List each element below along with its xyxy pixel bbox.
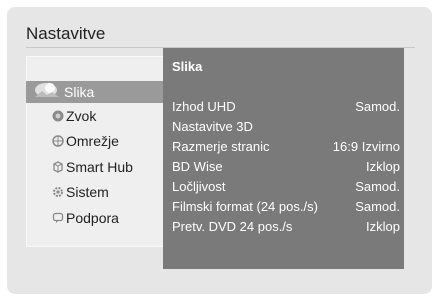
setting-value: Samod. <box>355 99 400 114</box>
picture-settings-panel: Slika Izhod UHD Samod. Nastavitve 3D Raz… <box>163 48 404 269</box>
setting-value: Izklop <box>366 219 400 234</box>
panel-title: Slika <box>172 59 203 74</box>
setting-row-movie-frame[interactable]: Filmski format (24 pos./s) Samod. <box>172 199 400 219</box>
setting-value: Samod. <box>355 199 400 214</box>
menu-item-omrezje[interactable]: Omrežje <box>26 130 163 152</box>
menu-item-sistem[interactable]: Sistem <box>26 181 163 203</box>
setting-row-resolution[interactable]: Ločljivost Samod. <box>172 179 400 199</box>
setting-row-bd-wise[interactable]: BD Wise Izklop <box>172 159 400 179</box>
setting-value: Samod. <box>355 179 400 194</box>
setting-label: BD Wise <box>172 159 223 174</box>
menu-item-label: Zvok <box>66 108 97 124</box>
speaker-icon <box>52 110 64 122</box>
setting-value: Izklop <box>366 159 400 174</box>
setting-label: Nastavitve 3D <box>172 119 253 134</box>
setting-row-dvd-24fs[interactable]: Pretv. DVD 24 pos./s Izklop <box>172 219 400 239</box>
setting-label: Razmerje stranic <box>172 139 270 154</box>
setting-value: 16:9 Izvirno <box>332 139 400 154</box>
picture-icon <box>35 83 59 97</box>
smart-hub-icon <box>53 161 63 173</box>
setting-row-uhd-output[interactable]: Izhod UHD Samod. <box>172 99 400 119</box>
menu-item-label: Slika <box>64 84 95 100</box>
menu-item-label: Smart Hub <box>66 159 133 175</box>
menu-item-slika[interactable]: Slika <box>26 81 163 103</box>
menu-item-label: Podpora <box>66 210 119 226</box>
setting-label: Ločljivost <box>172 179 226 194</box>
setting-row-3d[interactable]: Nastavitve 3D <box>172 119 400 139</box>
menu-item-podpora[interactable]: Podpora <box>26 207 163 229</box>
gear-icon <box>53 187 63 197</box>
support-icon <box>52 212 64 223</box>
menu-item-smart-hub[interactable]: Smart Hub <box>26 156 163 178</box>
network-icon <box>52 135 64 147</box>
setting-label: Pretv. DVD 24 pos./s <box>172 219 293 234</box>
menu-item-zvok[interactable]: Zvok <box>26 105 163 127</box>
setting-label: Izhod UHD <box>172 99 236 114</box>
menu-item-label: Omrežje <box>66 133 119 149</box>
setting-label: Filmski format (24 pos./s) <box>172 199 318 214</box>
page-title: Nastavitve <box>26 24 106 43</box>
menu-item-label: Sistem <box>66 184 109 200</box>
setting-row-aspect-ratio[interactable]: Razmerje stranic 16:9 Izvirno <box>172 139 400 159</box>
